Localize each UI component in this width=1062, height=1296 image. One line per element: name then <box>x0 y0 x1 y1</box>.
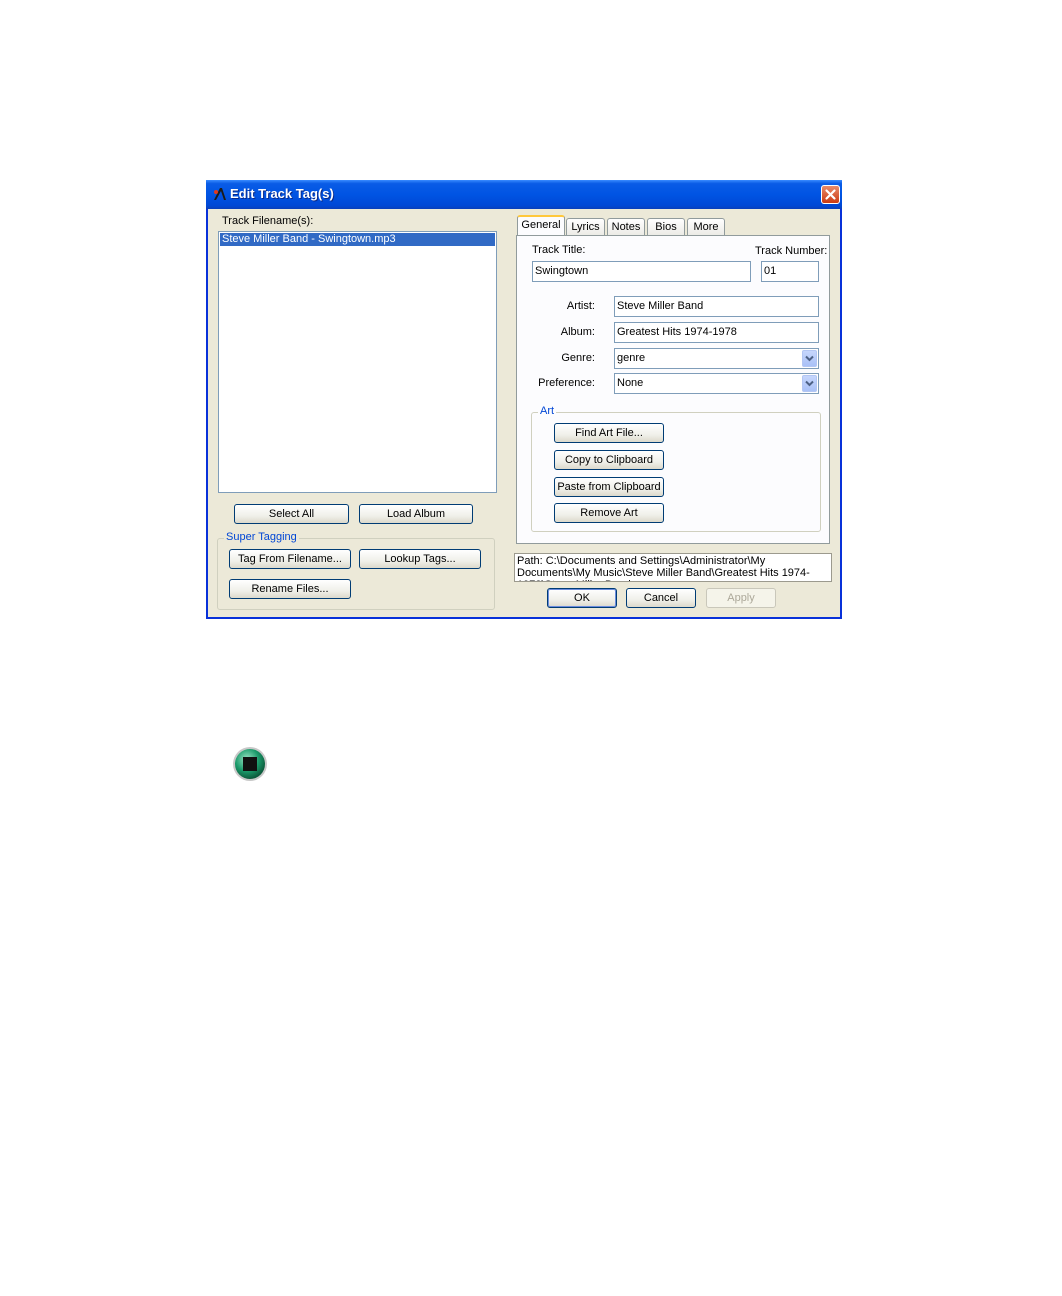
track-title-label: Track Title: <box>532 244 586 256</box>
path-display: Path: C:\Documents and Settings\Administ… <box>514 553 832 582</box>
chevron-down-icon <box>805 355 814 362</box>
general-tab-panel: Track Title: Swingtown Track Number: 01 … <box>516 235 830 544</box>
album-label: Album: <box>560 326 595 338</box>
stop-icon <box>233 747 267 781</box>
remove-art-button[interactable]: Remove Art <box>554 503 664 523</box>
artist-label: Artist: <box>566 300 595 312</box>
tab-more[interactable]: More <box>687 218 725 235</box>
chevron-down-icon <box>805 380 814 387</box>
genre-dropdown-button[interactable] <box>802 350 817 367</box>
track-filenames-label: Track Filename(s): <box>222 215 314 227</box>
list-item[interactable]: Steve Miller Band - Swingtown.mp3 <box>220 233 495 246</box>
genre-label: Genre: <box>561 352 595 364</box>
genre-value: genre <box>617 352 646 364</box>
window-title: Edit Track Tag(s) <box>230 186 334 201</box>
cancel-button[interactable]: Cancel <box>626 588 696 608</box>
art-title: Art <box>538 405 557 417</box>
app-icon <box>214 188 226 200</box>
rename-files-button[interactable]: Rename Files... <box>229 579 351 599</box>
album-field[interactable]: Greatest Hits 1974-1978 <box>614 322 819 343</box>
close-icon <box>825 189 836 200</box>
tab-bios[interactable]: Bios <box>647 218 685 235</box>
ok-button[interactable]: OK <box>547 588 617 608</box>
preference-dropdown-button[interactable] <box>802 375 817 392</box>
edit-track-tags-dialog: Edit Track Tag(s) Track Filename(s): Ste… <box>206 180 842 619</box>
genre-select[interactable]: genre <box>614 348 819 369</box>
lookup-tags-button[interactable]: Lookup Tags... <box>359 549 481 569</box>
find-art-file-button[interactable]: Find Art File... <box>554 423 664 443</box>
tab-general[interactable]: General <box>517 215 565 235</box>
track-number-field[interactable]: 01 <box>761 261 819 282</box>
tag-from-filename-button[interactable]: Tag From Filename... <box>229 549 351 569</box>
paste-from-clipboard-button[interactable]: Paste from Clipboard <box>554 477 664 497</box>
preference-label: Preference: <box>538 377 595 389</box>
copy-to-clipboard-button[interactable]: Copy to Clipboard <box>554 450 664 470</box>
title-bar[interactable]: Edit Track Tag(s) <box>206 180 842 209</box>
select-all-button[interactable]: Select All <box>234 504 349 524</box>
apply-button[interactable]: Apply <box>706 588 776 608</box>
preference-select[interactable]: None <box>614 373 819 394</box>
super-tagging-title: Super Tagging <box>224 531 299 543</box>
track-number-label: Track Number: <box>755 245 828 257</box>
tab-notes[interactable]: Notes <box>607 218 645 235</box>
track-title-field[interactable]: Swingtown <box>532 261 751 282</box>
tab-lyrics[interactable]: Lyrics <box>566 218 605 235</box>
close-button[interactable] <box>821 185 840 204</box>
track-filenames-list[interactable]: Steve Miller Band - Swingtown.mp3 <box>218 231 497 493</box>
preference-value: None <box>617 377 644 389</box>
load-album-button[interactable]: Load Album <box>359 504 473 524</box>
artist-field[interactable]: Steve Miller Band <box>614 296 819 317</box>
